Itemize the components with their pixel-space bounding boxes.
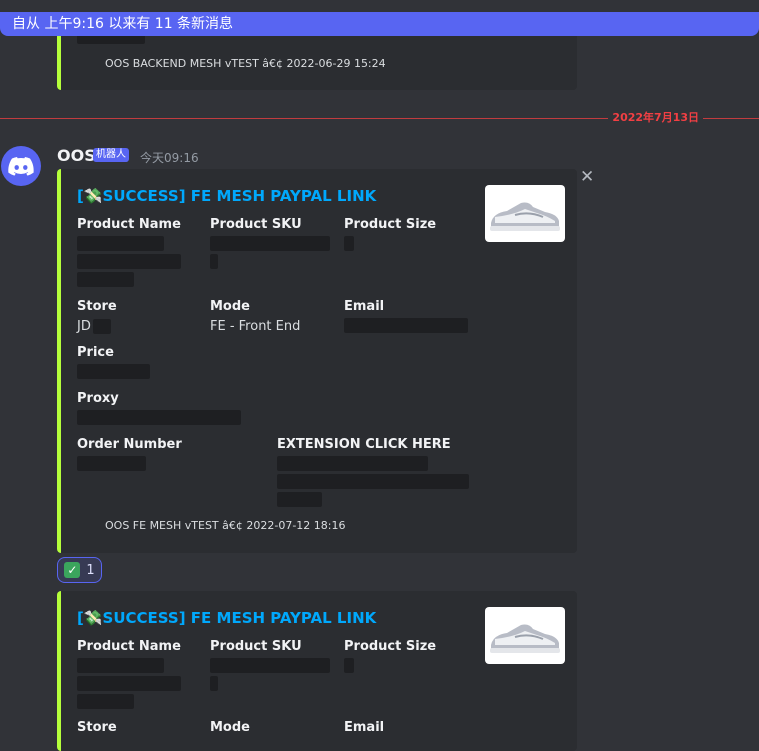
embed-footer: OOS BACKEND MESH vTEST â€¢ 2022-06-29 15… xyxy=(105,57,386,70)
redacted-value xyxy=(210,236,330,251)
redacted-value xyxy=(344,318,468,333)
embed-title[interactable]: [💸SUCCESS] FE MESH PAYPAL LINK xyxy=(77,187,376,205)
field-label-store: Store xyxy=(77,299,117,314)
field-label-product-sku: Product SKU xyxy=(210,217,302,232)
redacted-value xyxy=(77,676,181,691)
field-label-email: Email xyxy=(344,299,385,314)
check-mark-icon: ✓ xyxy=(64,562,81,578)
redacted-value xyxy=(210,254,218,269)
field-label-product-size: Product Size xyxy=(344,639,437,654)
field-label-mode: Mode xyxy=(210,720,250,735)
avatar[interactable] xyxy=(1,146,41,186)
discord-logo-icon xyxy=(8,157,34,176)
redacted-value xyxy=(77,236,164,251)
money-icon: 💸 xyxy=(83,609,103,627)
redacted-value xyxy=(210,676,218,691)
redacted-value xyxy=(277,474,469,489)
redacted-value xyxy=(77,364,150,379)
redacted-value xyxy=(344,236,354,251)
new-messages-bar[interactable]: 自从 上午9:16 以来有 11 条新消息 xyxy=(0,12,759,36)
redacted-value xyxy=(77,658,164,673)
author-name[interactable]: OOS xyxy=(57,146,96,165)
redacted-value xyxy=(77,410,241,425)
field-value-mode: FE - Front End xyxy=(210,319,301,334)
redacted-value xyxy=(210,658,330,673)
field-label-price: Price xyxy=(77,345,114,360)
field-label-email: Email xyxy=(344,720,385,735)
field-label-order-number: Order Number xyxy=(77,437,182,452)
field-label-store: Store xyxy=(77,720,117,735)
money-icon: 💸 xyxy=(83,187,103,205)
embed-success-2: [💸SUCCESS] FE MESH PAYPAL LINK Product N… xyxy=(57,591,577,751)
field-label-proxy: Proxy xyxy=(77,391,119,406)
field-value-store: JD xyxy=(77,319,91,334)
embed-footer: OOS FE MESH vTEST â€¢ 2022-07-12 18:16 xyxy=(105,519,346,532)
redacted-value xyxy=(344,658,354,673)
sneaker-thumbnail[interactable] xyxy=(485,185,565,242)
redacted-value xyxy=(277,456,428,471)
close-icon[interactable]: ✕ xyxy=(580,167,594,187)
redacted-value xyxy=(93,319,111,334)
message-timestamp: 今天09:16 xyxy=(140,151,199,165)
date-divider-label: 2022年7月13日 xyxy=(608,110,703,126)
embed-title-bracket: [ xyxy=(77,609,84,627)
sneaker-thumbnail[interactable] xyxy=(485,607,565,664)
field-label-product-name: Product Name xyxy=(77,639,181,654)
embed-title[interactable]: [💸SUCCESS] FE MESH PAYPAL LINK xyxy=(77,609,376,627)
reaction-count: 1 xyxy=(86,562,95,578)
redacted-value xyxy=(77,456,146,471)
field-label-product-size: Product Size xyxy=(344,217,437,232)
redacted-value xyxy=(77,254,181,269)
redacted-value xyxy=(77,272,134,287)
redacted-value xyxy=(77,694,134,709)
field-label-product-name: Product Name xyxy=(77,217,181,232)
embed-title-text: SUCCESS] FE MESH PAYPAL LINK xyxy=(102,609,377,627)
previous-embed: OOS BACKEND MESH vTEST â€¢ 2022-06-29 15… xyxy=(57,30,577,90)
reaction-checkmark[interactable]: ✓ 1 xyxy=(57,557,102,583)
redacted-value xyxy=(277,492,322,507)
field-label-product-sku: Product SKU xyxy=(210,639,302,654)
embed-title-bracket: [ xyxy=(77,187,84,205)
field-label-mode: Mode xyxy=(210,299,250,314)
bot-tag: 机器人 xyxy=(93,148,129,162)
embed-title-text: SUCCESS] FE MESH PAYPAL LINK xyxy=(102,187,377,205)
embed-success-1: [💸SUCCESS] FE MESH PAYPAL LINK Product N… xyxy=(57,169,577,553)
extension-link[interactable]: EXTENSION CLICK HERE xyxy=(277,437,451,452)
